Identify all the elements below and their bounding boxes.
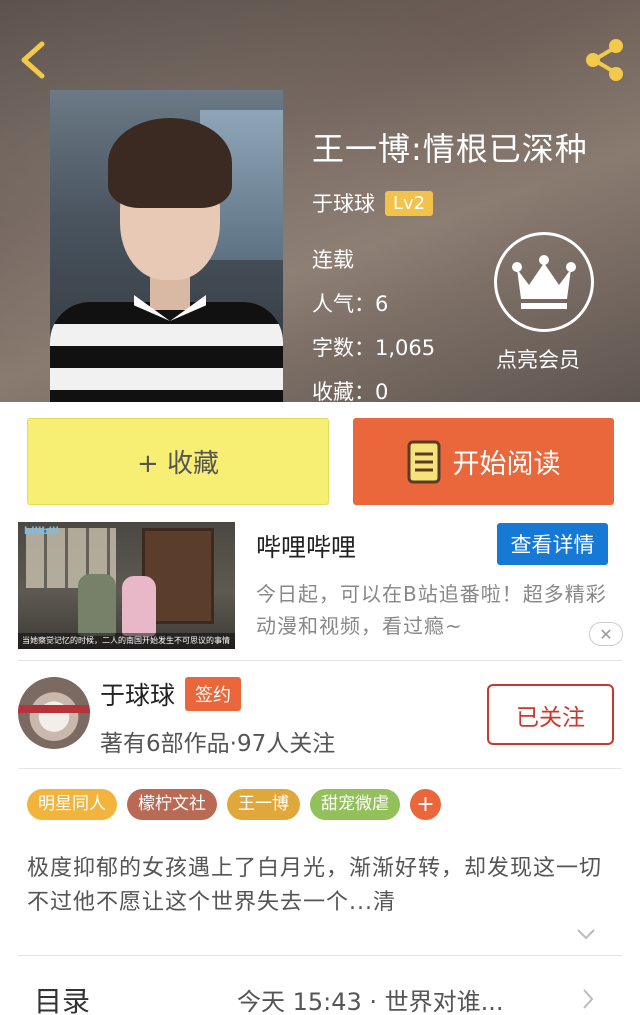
book-title: 王一博:情根已深种 bbox=[312, 130, 588, 168]
book-summary[interactable]: 极度抑郁的女孩遇上了白月光，渐渐好转，却发现这一切不过他不愿让这个世界失去一个.… bbox=[27, 852, 617, 920]
book-favorites: 收藏：0 bbox=[312, 380, 389, 402]
start-reading-label: 开始阅读 bbox=[452, 449, 561, 480]
author-avatar[interactable] bbox=[18, 677, 90, 749]
share-icon bbox=[586, 39, 623, 81]
author-name[interactable]: 于球球 bbox=[100, 676, 175, 712]
author-stats: 著有6部作品·97人关注 bbox=[100, 731, 336, 757]
collect-button[interactable]: + 收藏 bbox=[27, 418, 329, 505]
book-icon bbox=[407, 440, 440, 483]
book-status: 连载 bbox=[312, 248, 354, 272]
add-tag-button[interactable]: + bbox=[410, 789, 441, 820]
ad-detail-button[interactable]: 查看详情 bbox=[497, 523, 608, 565]
back-button[interactable] bbox=[14, 38, 54, 82]
book-author-row: 于球球 Lv2 bbox=[312, 188, 434, 218]
ad-title[interactable]: 哔哩哔哩 bbox=[256, 528, 356, 564]
book-popularity: 人气：6 bbox=[312, 292, 389, 316]
start-reading-button[interactable]: 开始阅读 bbox=[353, 418, 614, 505]
author-info: 于球球 签约 bbox=[100, 676, 242, 712]
tag-item[interactable]: 王一博 bbox=[227, 789, 300, 820]
tag-item[interactable]: 檬柠文社 bbox=[127, 789, 217, 820]
ad-thumbnail-caption: 当她察觉记忆的时候，二人的南国开始发生不可思议的事情 bbox=[18, 633, 235, 649]
book-header: 王一博:情根已深种 于球球 Lv2 连载 人气：6 字数：1,065 收藏：0 … bbox=[0, 0, 640, 402]
ad-description: 今日起，可以在B站追番啦！超多精彩动漫和视频，看过瘾~ bbox=[256, 582, 607, 638]
tag-item[interactable]: 明星同人 bbox=[27, 789, 117, 820]
latest-chapter[interactable]: 今天 15:43 · 世界对谁... bbox=[237, 982, 504, 1015]
divider bbox=[18, 768, 622, 769]
author-level-badge: Lv2 bbox=[385, 190, 434, 216]
ad-thumbnail[interactable]: bilibili 当她察觉记忆的时候，二人的南国开始发生不可思议的事情 bbox=[18, 522, 235, 649]
chevron-right-icon[interactable] bbox=[582, 988, 594, 1010]
crown-icon bbox=[512, 255, 576, 309]
share-button[interactable] bbox=[582, 36, 628, 84]
tag-item[interactable]: 甜宠微虐 bbox=[310, 789, 400, 820]
divider bbox=[18, 660, 622, 661]
tag-list: 明星同人 檬柠文社 王一博 甜宠微虐 + bbox=[27, 789, 441, 820]
vip-label: 点亮会员 bbox=[496, 348, 580, 372]
toc-label[interactable]: 目录 bbox=[34, 980, 90, 1015]
divider bbox=[18, 955, 622, 956]
vip-button[interactable] bbox=[494, 232, 594, 332]
chevron-down-icon[interactable] bbox=[576, 928, 596, 940]
follow-button[interactable]: 已关注 bbox=[487, 684, 614, 745]
book-author-name[interactable]: 于球球 bbox=[312, 188, 375, 218]
signed-badge: 签约 bbox=[185, 677, 242, 711]
chevron-left-icon bbox=[21, 41, 45, 79]
book-cover-image[interactable] bbox=[50, 90, 283, 402]
ad-close-button[interactable]: ✕ bbox=[589, 622, 623, 646]
ad-thumbnail-logo: bilibili bbox=[24, 526, 59, 537]
book-word-count: 字数：1,065 bbox=[312, 336, 436, 360]
